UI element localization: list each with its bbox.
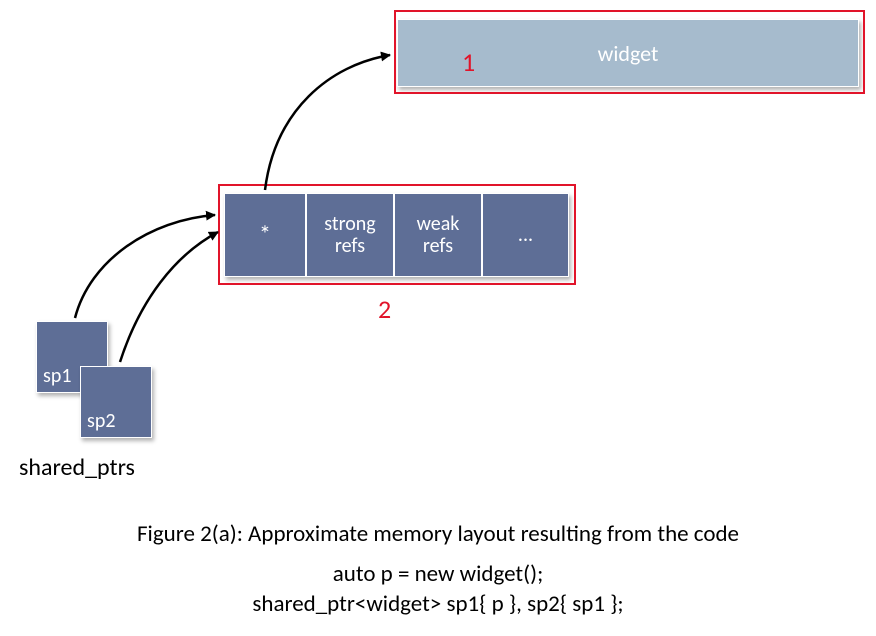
control-block-strong: strong refs: [324, 213, 375, 257]
control-block-ptr: *: [259, 222, 271, 248]
control-block-more: ...: [518, 224, 533, 246]
figure-caption-code-line-1: auto p = new widget();: [0, 560, 876, 588]
control-block-ptr-cell: *: [224, 193, 306, 277]
control-block-more-cell: ...: [482, 193, 569, 277]
figure-caption-title: Figure 2(a): Approximate memory layout r…: [0, 520, 876, 548]
annotation-1: 1: [462, 46, 475, 78]
control-block-strong-cell: strong refs: [306, 193, 394, 277]
control-block-weak: weak refs: [417, 213, 460, 257]
arrow-sp2-to-ctrl: [120, 232, 218, 362]
widget-label: widget: [598, 40, 659, 67]
arrow-sp1-to-ctrl: [75, 215, 215, 318]
sp1-label: sp1: [43, 364, 71, 388]
figure-caption-code-line-2: shared_ptr<widget> sp1{ p }, sp2{ sp1 };: [0, 590, 876, 618]
control-block-weak-cell: weak refs: [394, 193, 482, 277]
shared-ptrs-label: shared_ptrs: [19, 453, 135, 482]
sp2-label: sp2: [87, 409, 115, 433]
arrow-ctrl-to-widget: [265, 55, 390, 190]
annotation-2: 2: [378, 293, 391, 325]
control-block: * strong refs weak refs ...: [224, 193, 569, 277]
sp2-box: sp2: [80, 366, 152, 438]
